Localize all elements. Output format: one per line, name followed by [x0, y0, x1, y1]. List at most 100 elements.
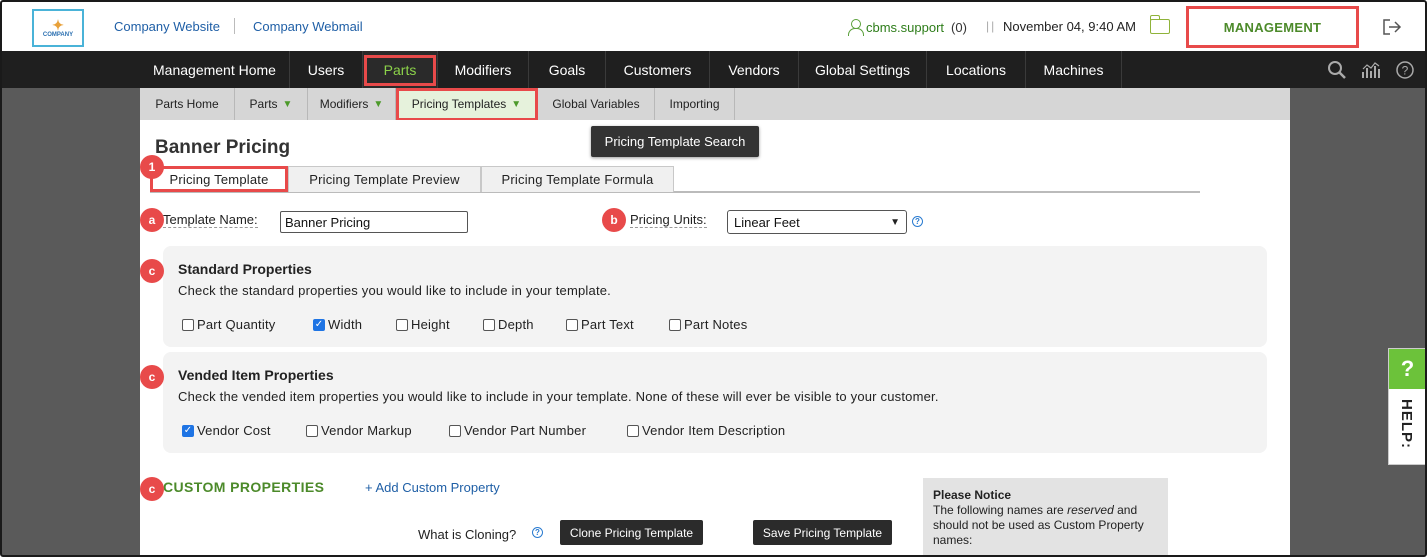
help-side-tab[interactable]: ? HELP: — [1388, 348, 1425, 465]
checkbox-depth[interactable]: Depth — [483, 317, 534, 332]
tab-pricing-template-preview[interactable]: Pricing Template Preview — [288, 166, 481, 192]
checkbox-part-notes[interactable]: Part Notes — [669, 317, 747, 332]
checkmark-icon[interactable]: ✓ — [313, 318, 325, 331]
nav-vendors[interactable]: Vendors — [710, 51, 799, 88]
company-logo[interactable]: ✦ COMPANY — [32, 9, 84, 47]
checkbox-vendor-markup[interactable]: Vendor Markup — [306, 423, 412, 438]
template-name-label: Template Name: — [163, 212, 258, 228]
pricing-units-select[interactable]: Linear Feet ▼ — [727, 210, 907, 234]
notice-title: Please Notice — [933, 488, 1012, 502]
checkmark-icon[interactable]: ✓ — [182, 424, 194, 437]
management-button[interactable]: MANAGEMENT — [1186, 6, 1359, 48]
help-question-icon: ? — [1389, 349, 1425, 389]
help-icon[interactable]: ? — [1395, 60, 1415, 80]
user-menu[interactable]: cbms.support (0) — [848, 19, 967, 36]
analytics-icon[interactable] — [1361, 60, 1381, 80]
pricing-template-search-menu[interactable]: Pricing Template Search — [591, 126, 759, 157]
logout-icon[interactable] — [1382, 18, 1402, 36]
pricing-units-label: Pricing Units: — [630, 212, 707, 228]
checkbox-vendor-part-number[interactable]: Vendor Part Number — [449, 423, 586, 438]
tab-pricing-template-formula[interactable]: Pricing Template Formula — [481, 166, 674, 192]
pricing-units-value: Linear Feet — [734, 214, 800, 230]
checkbox-box[interactable] — [396, 318, 408, 331]
company-webmail-link[interactable]: Company Webmail — [253, 19, 363, 34]
datetime: November 04, 9:40 AM — [1003, 19, 1136, 34]
chevron-down-icon: ▼ — [890, 216, 900, 228]
checkbox-vendor-cost[interactable]: ✓ Vendor Cost — [182, 423, 271, 438]
subnav-parts-home[interactable]: Parts Home — [140, 88, 235, 120]
notice-reserved: reserved — [1067, 503, 1114, 517]
search-icon[interactable] — [1327, 60, 1347, 80]
vended-properties-title: Vended Item Properties — [178, 367, 334, 383]
checkbox-width[interactable]: ✓ Width — [313, 317, 362, 332]
svg-text:?: ? — [1402, 63, 1409, 77]
vended-properties-desc: Check the vended item properties you wou… — [178, 389, 939, 404]
notice-box: Please Notice The following names are re… — [923, 478, 1168, 555]
logo-mark: ✦ COMPANY — [43, 18, 73, 38]
step-badge-c-vended: c — [140, 365, 164, 389]
checkbox-part-quantity[interactable]: Part Quantity — [182, 317, 275, 332]
template-name-input[interactable] — [280, 211, 468, 233]
nav-modifiers[interactable]: Modifiers — [438, 51, 529, 88]
user-count: (0) — [951, 19, 967, 35]
checkbox-box[interactable] — [669, 318, 681, 331]
nav-parts[interactable]: Parts — [363, 51, 438, 88]
app-frame: ✦ COMPANY Company Website Company Webmai… — [0, 0, 1427, 557]
logo-text: COMPANY — [42, 32, 74, 38]
user-icon — [848, 19, 864, 36]
custom-properties-title: CUSTOM PROPERTIES — [163, 479, 325, 495]
checkbox-vendor-item-description[interactable]: Vendor Item Description — [627, 423, 785, 438]
nav-customers[interactable]: Customers — [606, 51, 710, 88]
username: cbms.support — [866, 19, 945, 35]
help-tab-label: HELP: — [1398, 399, 1415, 449]
standard-properties-title: Standard Properties — [178, 261, 312, 277]
folder-icon[interactable] — [1149, 15, 1170, 34]
top-bar: ✦ COMPANY Company Website Company Webmai… — [2, 2, 1425, 51]
nav-users[interactable]: Users — [290, 51, 363, 88]
checkbox-part-text[interactable]: Part Text — [566, 317, 634, 332]
standard-properties-panel: Standard Properties Check the standard p… — [163, 246, 1267, 347]
nav-tools: ? — [1327, 51, 1415, 88]
top-separator — [234, 18, 235, 34]
nav-goals[interactable]: Goals — [529, 51, 606, 88]
nav-locations[interactable]: Locations — [927, 51, 1026, 88]
standard-properties-desc: Check the standard properties you would … — [178, 283, 611, 298]
step-badge-c-custom: c — [140, 477, 164, 501]
step-badge-1: 1 — [140, 155, 164, 179]
pricing-units-help-icon[interactable]: ? — [912, 216, 923, 227]
chevron-down-icon: ▼ — [282, 98, 293, 110]
subnav-modifiers[interactable]: Modifiers ▼ — [308, 88, 396, 120]
logo-star-icon: ✦ — [52, 17, 64, 33]
save-pricing-template-button[interactable]: Save Pricing Template — [753, 520, 892, 545]
chevron-down-icon: ▼ — [373, 98, 384, 110]
checkbox-height[interactable]: Height — [396, 317, 450, 332]
step-badge-c-standard: c — [140, 259, 164, 283]
checkbox-box[interactable] — [306, 424, 318, 437]
notice-text: The following names are — [933, 503, 1064, 517]
double-separator: || — [986, 19, 997, 33]
cloning-help-icon[interactable]: ? — [532, 527, 543, 538]
checkbox-box[interactable] — [483, 318, 495, 331]
nav-global-settings[interactable]: Global Settings — [799, 51, 927, 88]
nav-management-home[interactable]: Management Home — [140, 51, 290, 88]
add-custom-property-link[interactable]: + Add Custom Property — [365, 480, 500, 495]
company-website-link[interactable]: Company Website — [114, 19, 220, 34]
main-nav: Management Home Users Parts Modifiers Go… — [2, 51, 1425, 88]
what-is-cloning-label: What is Cloning? — [418, 527, 517, 542]
checkbox-box[interactable] — [449, 424, 461, 437]
nav-machines[interactable]: Machines — [1026, 51, 1122, 88]
tab-pricing-template[interactable]: Pricing Template — [150, 166, 288, 192]
chevron-down-icon: ▼ — [511, 98, 522, 110]
subnav-global-variables[interactable]: Global Variables — [538, 88, 655, 120]
step-badge-a: a — [140, 208, 164, 232]
checkbox-box[interactable] — [566, 318, 578, 331]
step-badge-b: b — [602, 208, 626, 232]
subnav-pricing-templates[interactable]: Pricing Templates ▼ — [396, 88, 538, 120]
checkbox-box[interactable] — [182, 318, 194, 331]
clone-pricing-template-button[interactable]: Clone Pricing Template — [560, 520, 703, 545]
page-title: Banner Pricing — [155, 137, 291, 158]
checkbox-box[interactable] — [627, 424, 639, 437]
subnav-importing[interactable]: Importing — [655, 88, 735, 120]
subnav-parts[interactable]: Parts ▼ — [235, 88, 308, 120]
sub-nav: Parts Home Parts ▼ Modifiers ▼ Pricing Tem… — [140, 88, 1290, 120]
